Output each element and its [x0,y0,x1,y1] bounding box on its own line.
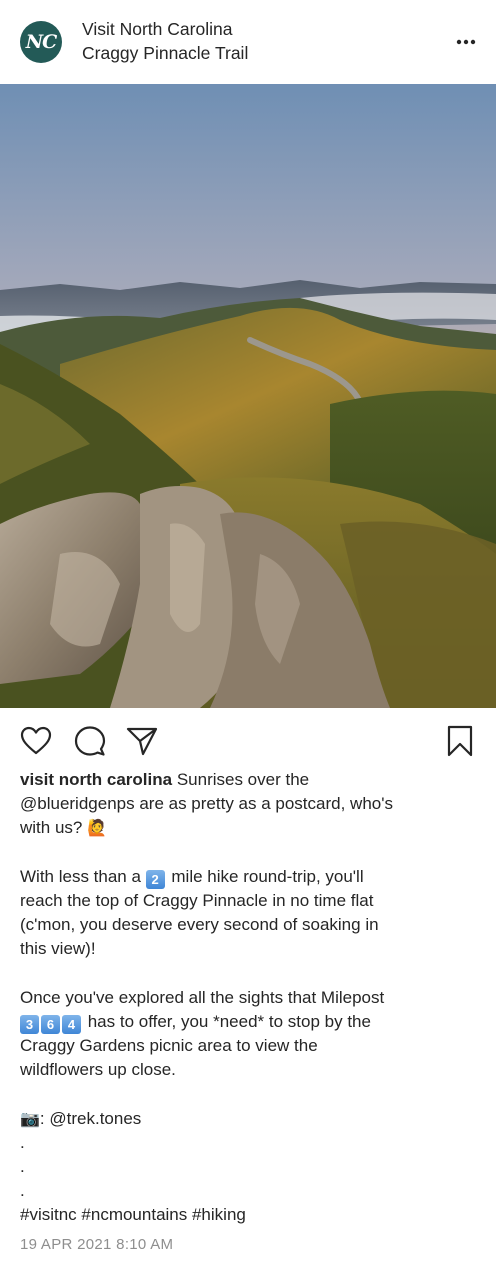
post-header: NC Visit North Carolina Craggy Pinnacle … [0,0,496,84]
caption-text: (c'mon, you deserve every second of soak… [20,915,379,935]
share-icon[interactable] [124,724,160,758]
bookmark-icon[interactable] [442,724,478,758]
caption-text: wildflowers up close. [20,1060,176,1080]
caption-dot: . [20,1157,25,1176]
caption-dot: . [20,1181,25,1201]
keycap-digit: 4 [62,1014,81,1034]
caption-text: with us? [20,818,88,838]
caption-text: reach the top of Craggy Pinnacle in no t… [20,890,374,910]
caption-text: Craggy Gardens picnic area to view the [20,1036,318,1056]
post-timestamp: 19 APR 2021 8:10 AM [20,1236,174,1253]
more-horizontal-icon[interactable] [452,30,480,54]
caption-username[interactable]: visit north carolina [20,770,172,789]
post-caption: visit north carolina Sunrises over the @… [20,768,480,1228]
post-photo[interactable] [0,84,496,708]
action-bar [0,708,496,768]
caption-text: this view)! [20,939,96,959]
caption-text: Sunrises over the [172,770,310,789]
keycap-digit: 3 [20,1014,39,1034]
keycap-digit: 2 [145,869,165,889]
raising-hand-emoji: 🙋 [87,818,108,838]
caption-text: has to offer, you *need* to stop by the [83,1011,371,1031]
post-titles: Visit North Carolina Craggy Pinnacle Tra… [82,17,248,65]
caption-dot: . [20,1132,25,1152]
comment-icon[interactable] [72,724,108,758]
location-label[interactable]: Craggy Pinnacle Trail [82,41,248,65]
caption-text: @blueridgenps are as pretty as a postcar… [20,794,393,814]
caption-text: With less than a [20,866,146,886]
heart-icon[interactable] [18,724,54,758]
caption-text: Once you've explored all the sights that… [20,987,385,1007]
photo-credit[interactable]: : @trek.tones [40,1109,141,1128]
camera-emoji: 📷 [20,1108,40,1128]
hashtags[interactable]: #visitnc #ncmountains #hiking [20,1203,480,1227]
caption-text: mile hike round-trip, you'll [166,866,364,886]
avatar[interactable]: NC [20,21,62,63]
account-name[interactable]: Visit North Carolina [82,17,248,41]
keycap-digit: 6 [41,1014,60,1034]
